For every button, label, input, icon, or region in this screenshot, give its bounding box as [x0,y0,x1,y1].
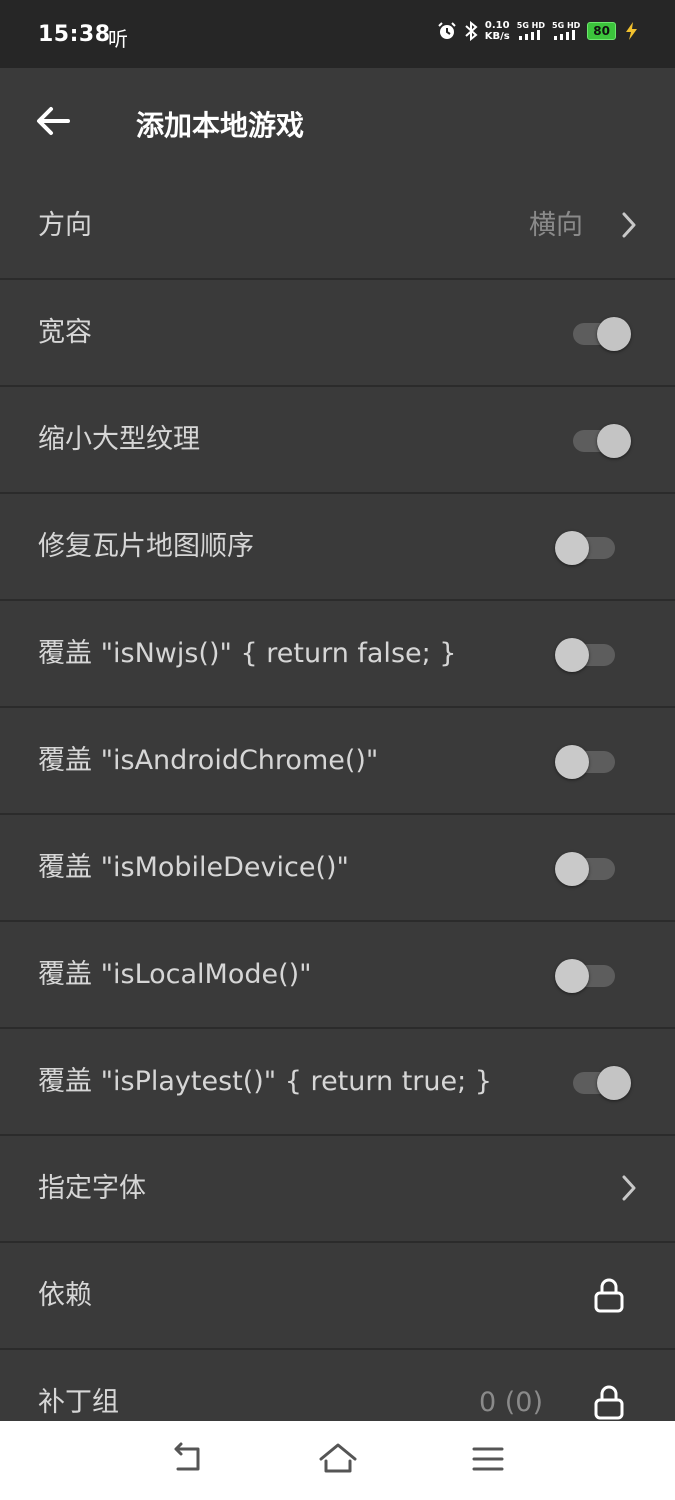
shrink-textures-toggle[interactable] [569,424,631,458]
override-islocalmode-toggle[interactable] [555,959,617,993]
setting-label: 覆盖 "isMobileDevice()" [38,852,349,883]
setting-override-isplaytest: 覆盖 "isPlaytest()" { return true; } [0,1029,675,1136]
setting-label: 覆盖 "isNwjs()" { return false; } [38,638,457,669]
toggle-thumb [597,424,631,458]
charging-icon [626,22,637,40]
network-speed: 0.10 KB/s [485,20,510,42]
lenient-toggle[interactable] [569,317,631,351]
setting-label: 覆盖 "isLocalMode()" [38,959,312,990]
signal-2-label: 5G HD [552,20,581,30]
arrow-left-icon[interactable] [36,106,70,136]
bluetooth-icon [465,21,478,41]
setting-value: 横向 [529,210,583,241]
setting-orientation[interactable]: 方向 横向 [0,173,675,280]
setting-shrink-textures: 缩小大型纹理 [0,387,675,494]
setting-dependencies[interactable]: 依赖 [0,1243,675,1350]
toggle-thumb [597,1066,631,1100]
signal-1-label: 5G HD [516,20,546,30]
setting-label: 宽容 [38,317,92,348]
app-bar: 添加本地游戏 [0,68,675,173]
lock-icon [594,1278,624,1313]
status-time: 15:38 [38,22,111,47]
lock-icon [594,1385,624,1420]
toggle-thumb [597,317,631,351]
setting-font[interactable]: 指定字体 [0,1136,675,1243]
setting-label: 缩小大型纹理 [38,424,200,455]
battery-level: 80 [587,22,616,40]
network-speed-value: 0.10 [484,20,510,31]
toggle-thumb [555,638,589,672]
override-isandroidchrome-toggle[interactable] [555,745,617,779]
menu-icon[interactable] [468,1441,508,1477]
chevron-right-icon [622,1175,636,1201]
status-bar: 15:38 听 0.10 KB/s 5G HD 5G HD 80 [0,0,675,68]
toggle-thumb [555,959,589,993]
setting-label: 覆盖 "isAndroidChrome()" [38,745,379,776]
signal-1: 5G HD [517,21,545,42]
setting-override-islocalmode: 覆盖 "isLocalMode()" [0,922,675,1029]
signal-2: 5G HD [552,21,580,42]
settings-list: 方向 横向 宽容 缩小大型纹理 修复瓦片地图顺序 覆盖 "isNwjs()" {… [0,173,675,1457]
home-icon[interactable] [318,1441,358,1477]
setting-label: 覆盖 "isPlaytest()" { return true; } [38,1066,492,1097]
status-ting: 听 [108,27,128,51]
system-nav-bar [0,1421,675,1500]
alarm-icon [438,22,456,39]
page-title: 添加本地游戏 [136,109,305,142]
override-ismobiledevice-toggle[interactable] [555,852,617,886]
setting-fix-tilemap: 修复瓦片地图顺序 [0,494,675,601]
status-right: 0.10 KB/s 5G HD 5G HD 80 [437,20,639,42]
setting-override-ismobiledevice: 覆盖 "isMobileDevice()" [0,815,675,922]
override-isnwjs-toggle[interactable] [555,638,617,672]
setting-label: 依赖 [38,1280,92,1311]
setting-override-isandroidchrome: 覆盖 "isAndroidChrome()" [0,708,675,815]
override-isplaytest-toggle[interactable] [569,1066,631,1100]
setting-label: 修复瓦片地图顺序 [38,531,254,562]
signal-bars-icon [518,29,540,40]
setting-lenient: 宽容 [0,280,675,387]
toggle-thumb [555,745,589,779]
toggle-thumb [555,852,589,886]
network-speed-unit: KB/s [484,31,510,42]
fix-tilemap-toggle[interactable] [555,531,617,565]
signal-bars-icon [554,29,576,40]
return-icon[interactable] [168,1441,208,1477]
setting-override-isnwjs: 覆盖 "isNwjs()" { return false; } [0,601,675,708]
chevron-right-icon [622,212,636,238]
setting-label: 指定字体 [38,1173,146,1204]
toggle-thumb [555,531,589,565]
setting-label: 方向 [38,210,92,241]
